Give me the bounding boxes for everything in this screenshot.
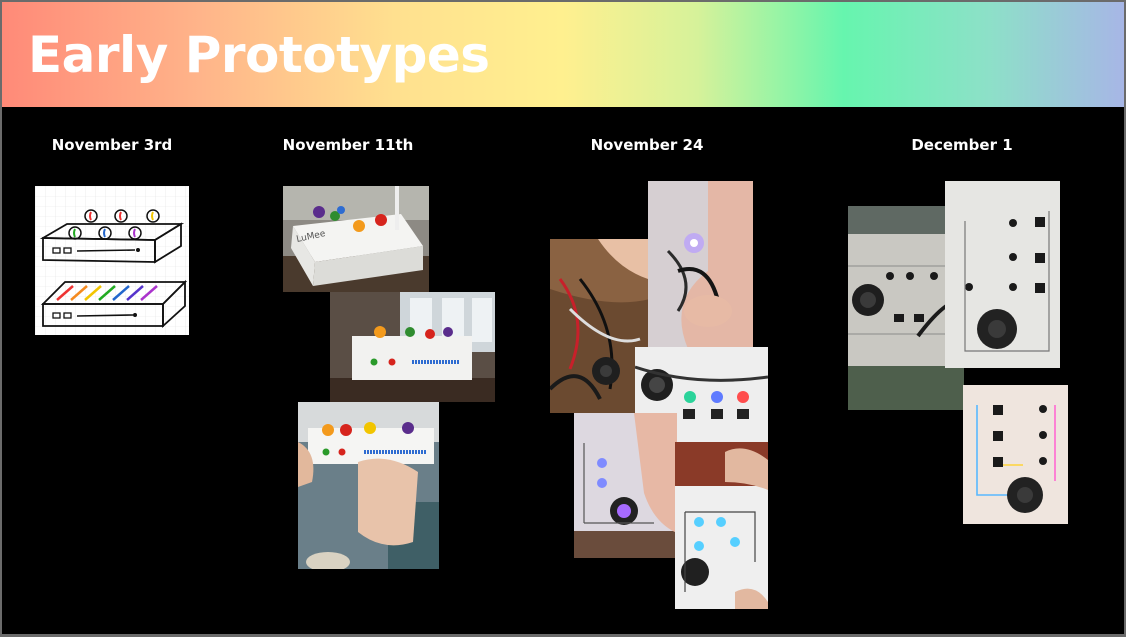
photo-board-colored-wires [963,385,1068,524]
photo-board-closeup [945,181,1060,368]
date-label-nov-11: November 11th [282,136,414,154]
photo-circuit-purple-glow [574,413,677,558]
photo-circuit-blue-leds [675,442,768,609]
sketch-drawing [35,186,189,335]
photo-box-side-view [330,292,495,402]
photo-box-in-hands [298,402,439,569]
slide-title: Early Prototypes [28,26,490,84]
date-label-nov-24: November 24 [590,136,704,154]
date-label-dec-1: December 1 [911,136,1013,154]
photo-purple-led [648,181,753,349]
photo-box-top-view: LuMee [283,186,429,292]
title-banner: Early Prototypes [2,2,1124,107]
sketch-image [35,186,189,335]
slide: Early Prototypes November 3rd November 1… [2,2,1124,634]
date-label-nov-3: November 3rd [51,136,173,154]
